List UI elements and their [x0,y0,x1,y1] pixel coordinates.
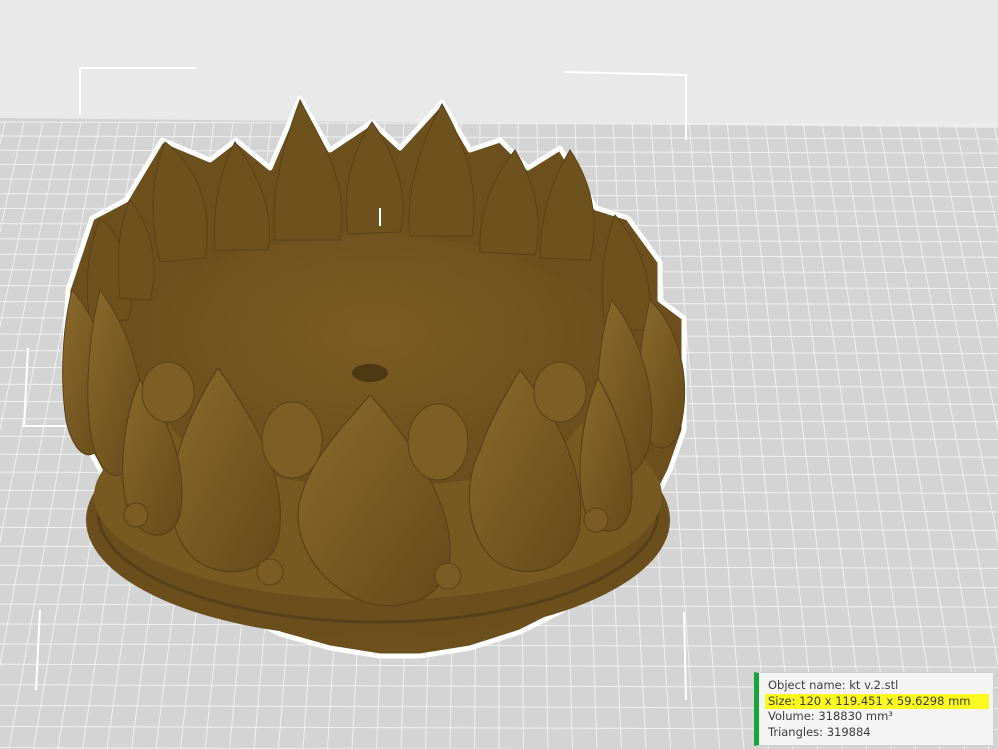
3d-viewport[interactable]: Object name: kt v.2.stl Size: 120 x 119.… [0,0,998,749]
triangles-row: Triangles: 319884 [768,725,985,741]
object-name-label: Object name: [768,678,846,692]
size-label: Size: [768,693,796,708]
scene-canvas[interactable] [0,0,998,749]
object-info-panel: Object name: kt v.2.stl Size: 120 x 119.… [754,672,994,746]
size-value: 120 x 119.451 x 59.6298 mm [799,693,971,708]
object-name-row: Object name: kt v.2.stl [768,678,985,694]
volume-label: Volume: [768,709,815,723]
triangles-value: 319884 [826,724,871,739]
volume-value: 318830 mm³ [818,709,893,723]
volume-row: Volume: 318830 mm³ [768,709,985,725]
size-row: Size: 120 x 119.451 x 59.6298 mm [765,693,989,709]
triangles-label: Triangles: [768,724,824,739]
background-area [0,0,998,130]
object-name-value: kt v.2.stl [849,678,899,692]
center-hole [352,364,388,382]
